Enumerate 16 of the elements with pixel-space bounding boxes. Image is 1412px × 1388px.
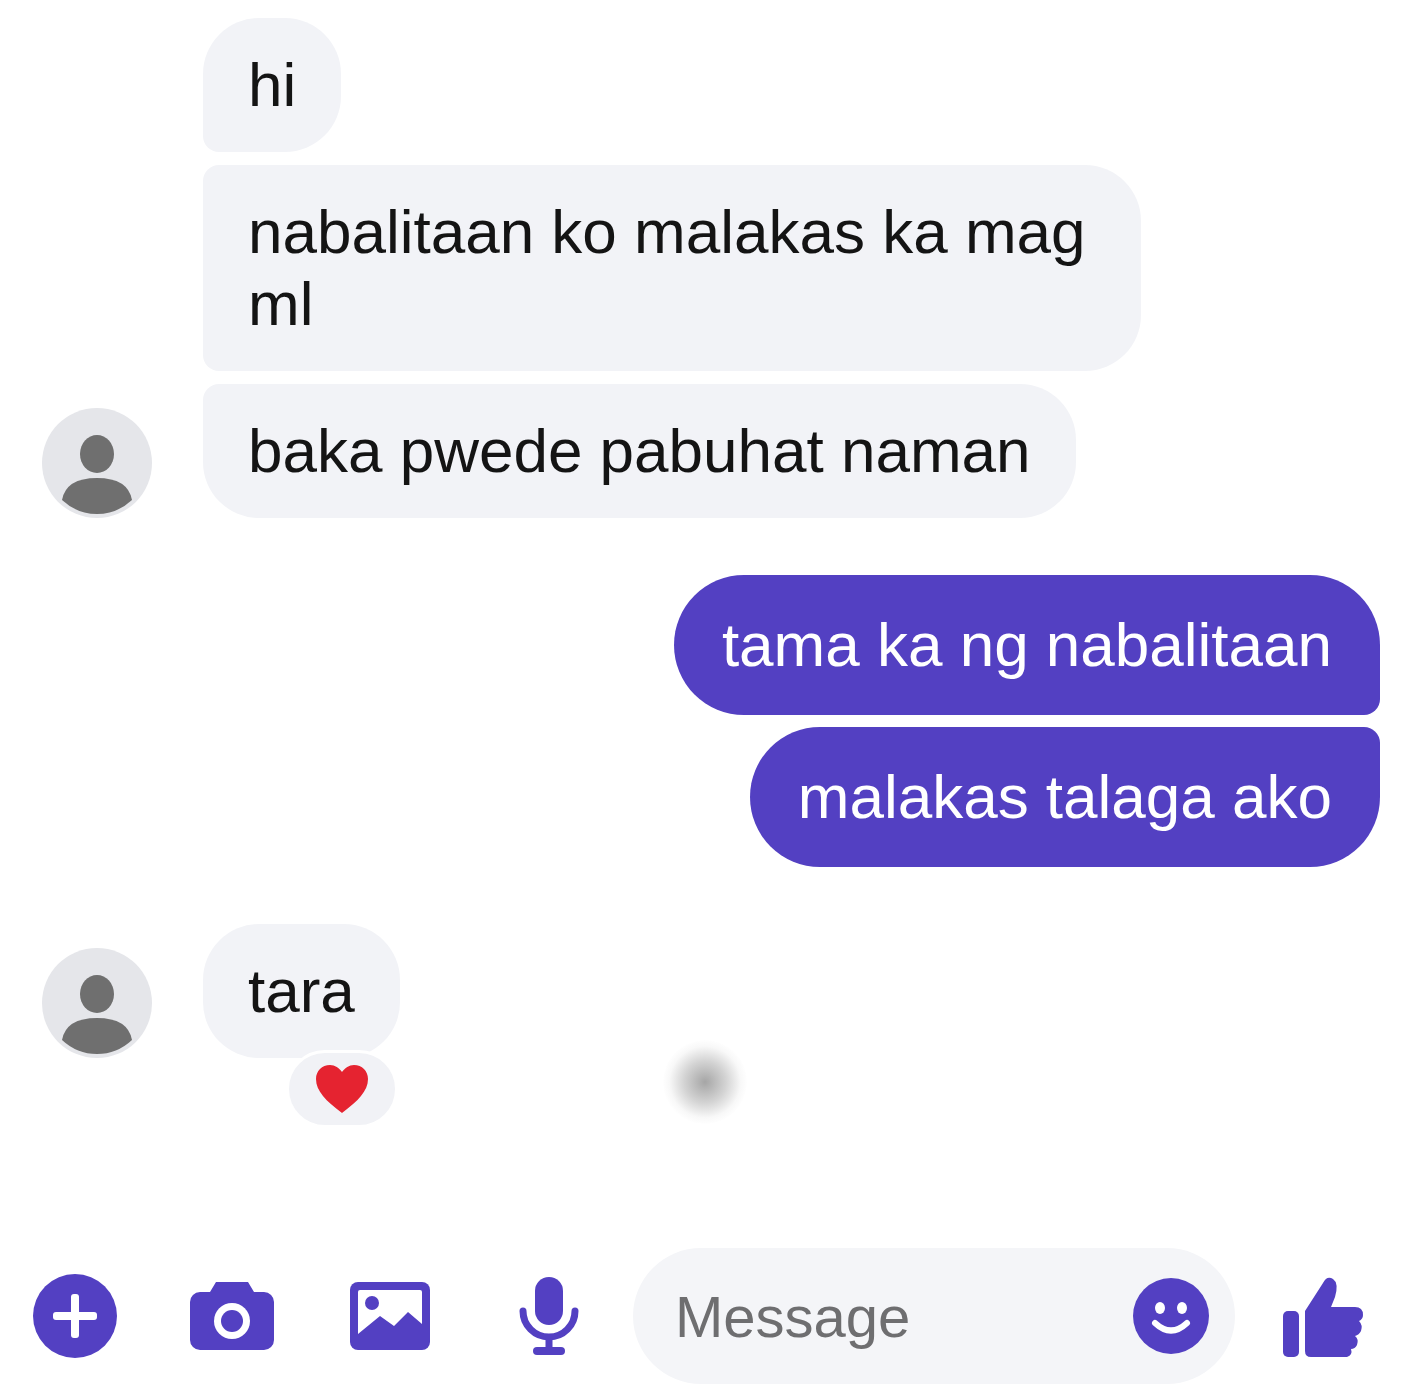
thumbs-up-icon[interactable]: [1283, 1275, 1363, 1357]
avatar-icon: [42, 408, 152, 518]
heart-icon: [315, 1065, 368, 1113]
message-text: nabalitaan ko malakas ka mag ml: [248, 196, 1087, 340]
camera-icon[interactable]: [190, 1282, 274, 1350]
message-field[interactable]: Message: [633, 1248, 1235, 1384]
avatar-icon: [42, 948, 152, 1058]
microphone-icon[interactable]: [517, 1277, 581, 1355]
image-icon[interactable]: [350, 1282, 430, 1350]
message-text: hi: [248, 49, 297, 121]
plus-icon[interactable]: [33, 1274, 117, 1358]
message-text: malakas talaga ako: [797, 761, 1332, 833]
message-text: tara: [248, 955, 355, 1027]
message-text: baka pwede pabuhat naman: [248, 415, 1031, 487]
smiley-icon[interactable]: [1133, 1278, 1209, 1354]
message-text: tama ka ng nabalitaan: [721, 609, 1332, 681]
